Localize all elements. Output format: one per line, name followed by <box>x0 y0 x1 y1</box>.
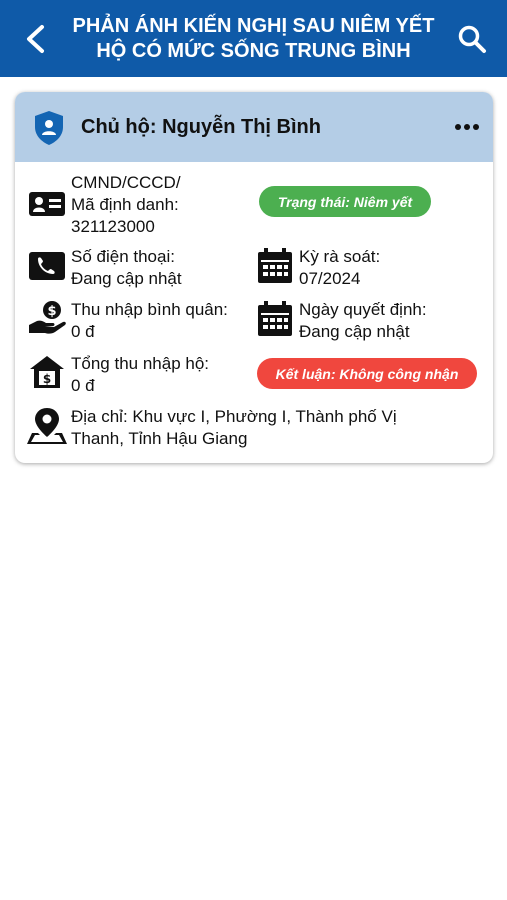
id-label-2: Mã định danh: <box>71 195 179 214</box>
decision-date-value: Đang cập nhật <box>299 322 410 341</box>
review-period-value: 07/2024 <box>299 269 361 288</box>
house-money-icon: $ <box>30 356 64 388</box>
phone-text: Số điện thoại: Đang cập nhật <box>71 246 182 290</box>
hand-money-icon: $ <box>29 301 66 334</box>
id-label: CMND/CCCD/ <box>71 173 181 192</box>
id-card-icon <box>29 192 65 216</box>
more-options-button[interactable] <box>449 112 485 142</box>
phone-label: Số điện thoại: <box>71 247 175 266</box>
total-income-text: Tổng thu nhập hộ: 0 đ <box>71 353 209 397</box>
calendar-icon <box>258 301 292 336</box>
more-horizontal-icon <box>455 124 479 130</box>
avg-income-value: 0 đ <box>71 322 95 341</box>
page-title: PHẢN ÁNH KIẾN NGHỊ SAU NIÊM YẾT HỘ CÓ MỨ… <box>64 14 444 64</box>
id-value: 321123000 <box>71 217 155 236</box>
search-button[interactable] <box>453 20 491 58</box>
card-header: Chủ hộ: Nguyễn Thị Bình <box>15 92 493 162</box>
decision-date-text: Ngày quyết định: Đang cập nhật <box>299 299 427 343</box>
address-line2: Thanh, Tỉnh Hậu Giang <box>71 429 248 448</box>
conclusion-badge: Kết luận: Không công nhận <box>257 358 477 389</box>
phone-value: Đang cập nhật <box>71 269 182 288</box>
svg-text:$: $ <box>47 304 56 319</box>
chevron-left-icon <box>27 25 44 53</box>
address-text: Địa chỉ: Khu vực I, Phường I, Thành phố … <box>71 406 397 450</box>
total-income-value: 0 đ <box>71 376 95 395</box>
id-text: CMND/CCCD/ Mã định danh: 321123000 <box>71 172 181 238</box>
map-pin-icon <box>27 408 67 444</box>
review-period-label: Kỳ rà soát: <box>299 247 381 266</box>
avg-income-label: Thu nhập bình quân: <box>71 300 228 319</box>
household-owner: Chủ hộ: Nguyễn Thị Bình <box>81 116 321 138</box>
total-income-label: Tổng thu nhập hộ: <box>71 354 210 373</box>
review-period-text: Kỳ rà soát: 07/2024 <box>299 246 380 290</box>
avg-income-text: Thu nhập bình quân: 0 đ <box>71 299 228 343</box>
household-card[interactable]: Chủ hộ: Nguyễn Thị Bình CMND/CCCD/ Mã đị… <box>15 92 493 463</box>
search-icon <box>458 25 486 53</box>
app-bar: PHẢN ÁNH KIẾN NGHỊ SAU NIÊM YẾT HỘ CÓ MỨ… <box>0 0 507 77</box>
decision-date-label: Ngày quyết định: <box>299 300 427 319</box>
page-title-line2: HỘ CÓ MỨC SỐNG TRUNG BÌNH <box>96 39 411 62</box>
svg-text:$: $ <box>43 372 51 386</box>
phone-book-icon <box>29 252 65 280</box>
calendar-icon <box>258 248 292 283</box>
back-button[interactable] <box>18 20 52 58</box>
page-title-line1: PHẢN ÁNH KIẾN NGHỊ SAU NIÊM YẾT <box>72 14 435 37</box>
address-line1: Địa chỉ: Khu vực I, Phường I, Thành phố … <box>71 407 397 426</box>
shield-user-icon <box>35 111 63 145</box>
status-badge: Trạng thái: Niêm yết <box>259 186 431 217</box>
